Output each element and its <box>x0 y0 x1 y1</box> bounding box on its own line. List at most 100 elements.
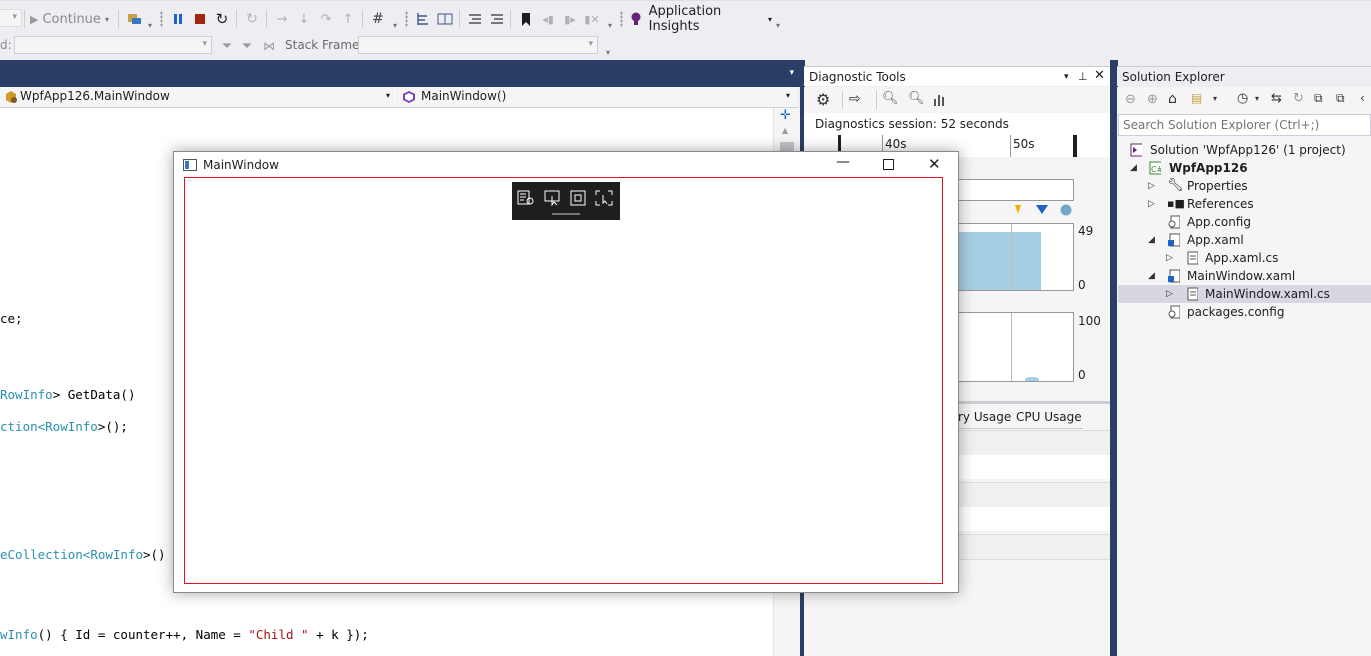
tree-item-mainwindow-xaml[interactable]: ◢ MainWindow.xaml <box>1118 267 1371 285</box>
thread-combo[interactable]: ▾ <box>14 36 212 54</box>
window-titlebar[interactable]: MainWindow — ✕ <box>174 152 958 176</box>
solution-explorer-titlebar[interactable]: Solution Explorer <box>1117 66 1371 86</box>
pin-icon[interactable]: ⊥ <box>1078 67 1088 87</box>
tree-item-mainwindow-xaml-cs[interactable]: ▷ MainWindow.xaml.cs <box>1118 285 1371 303</box>
overflow-chevron-icon[interactable]: ‹ <box>1360 91 1365 105</box>
collapsed-triangle-icon[interactable]: ▷ <box>1148 177 1155 195</box>
threads-button[interactable] <box>413 9 433 29</box>
stack-frame-combo[interactable]: ▾ <box>358 36 598 54</box>
toolbar-grip[interactable] <box>405 11 408 27</box>
tree-item-packages-config[interactable]: packages.config <box>1118 303 1371 321</box>
bookmark-button[interactable] <box>516 9 536 29</box>
chevron-down-icon[interactable]: ▾ <box>1255 94 1259 103</box>
main-window[interactable]: MainWindow — ✕ <box>173 151 959 593</box>
select-element-button[interactable] <box>542 188 564 208</box>
show-all-files-icon[interactable]: ⧉ <box>1336 91 1345 106</box>
step-into-button[interactable]: ↓ <box>294 9 314 29</box>
restart-button[interactable]: ↻ <box>212 9 232 29</box>
chart-view-icon[interactable] <box>932 93 948 107</box>
overflow-chevron[interactable]: ▾ <box>604 42 612 62</box>
collapsed-triangle-icon[interactable]: ▷ <box>1166 285 1173 303</box>
pause-button[interactable] <box>168 9 188 29</box>
overflow-chevron[interactable]: ▾ <box>391 15 399 35</box>
attach-button[interactable] <box>123 9 145 29</box>
toolbar-grip[interactable] <box>160 11 163 27</box>
expanded-triangle-icon[interactable]: ◢ <box>1130 159 1137 177</box>
indent-button[interactable] <box>465 9 485 29</box>
zoom-in-icon[interactable]: 🔍︎ <box>882 91 899 106</box>
minimize-button[interactable]: — <box>836 154 850 170</box>
overflow-chevron[interactable]: ▾ <box>774 15 782 35</box>
navigation-bar-class[interactable]: WpfApp126.MainWindow ▾ <box>0 87 397 108</box>
search-box[interactable] <box>1118 114 1371 136</box>
sync-icon[interactable]: ⇆ <box>1271 91 1282 106</box>
memory-chart[interactable] <box>958 223 1074 291</box>
window-position-dropdown[interactable]: ▾ <box>1064 67 1069 87</box>
tab-memory-usage[interactable]: ry Usage <box>958 410 1011 424</box>
left-combo[interactable]: ▾ <box>0 9 22 27</box>
hex-display-button[interactable]: # <box>368 9 388 29</box>
tab-cpu-usage[interactable]: CPU Usage <box>1016 410 1082 424</box>
tree-item-references[interactable]: ▷ ▪■ References <box>1118 195 1371 213</box>
filter-clear-button[interactable]: ⏷ <box>238 36 256 56</box>
tree-item-solution[interactable]: Solution 'WpfApp126' (1 project) <box>1118 141 1371 159</box>
settings-gear-icon[interactable]: ⚙ <box>816 90 830 109</box>
go-to-live-visual-tree-button[interactable] <box>515 188 537 208</box>
solution-explorer-title: Solution Explorer <box>1122 70 1225 84</box>
tree-item-app-xaml-cs[interactable]: ▷ App.xaml.cs <box>1118 249 1371 267</box>
expanded-triangle-icon[interactable]: ◢ <box>1148 267 1155 285</box>
next-bookmark-button[interactable]: ▮▸ <box>560 9 580 29</box>
filter-button[interactable]: ⏷ <box>218 36 236 56</box>
track-focus-button[interactable] <box>593 188 615 208</box>
stop-button[interactable] <box>190 9 210 29</box>
close-icon[interactable]: ✕ <box>1094 66 1105 86</box>
diagnostic-tools-titlebar[interactable]: Diagnostic Tools ▾ ⊥ ✕ <box>804 66 1110 86</box>
collapse-all-icon[interactable]: ⧉ <box>1314 91 1323 106</box>
toolbar-collapse-handle[interactable] <box>552 213 580 215</box>
forward-icon[interactable]: ⊕ <box>1147 92 1158 107</box>
search-input[interactable] <box>1119 115 1365 135</box>
maximize-button[interactable] <box>883 159 894 170</box>
continue-button[interactable]: ▶ Continue ▾ <box>30 9 114 29</box>
refresh-icon[interactable]: ↻ <box>1293 91 1304 106</box>
switch-views-icon[interactable]: ▤ <box>1191 91 1202 105</box>
clear-bookmarks-button[interactable]: ▮✕ <box>582 9 602 29</box>
tree-item-project[interactable]: ◢ C# WpfApp126 <box>1118 159 1371 177</box>
step-over-button[interactable]: ↷ <box>316 9 336 29</box>
expanded-triangle-icon[interactable]: ◢ <box>1148 231 1155 249</box>
scroll-up-arrow[interactable]: ▲ <box>782 126 788 135</box>
tree-item-app-xaml[interactable]: ◢ App.xaml <box>1118 231 1371 249</box>
event-markers[interactable] <box>1010 203 1080 219</box>
tree-item-app-config[interactable]: App.config <box>1118 213 1371 231</box>
prev-bookmark-button[interactable]: ◂▮ <box>538 9 558 29</box>
stack-frames-button[interactable] <box>435 9 455 29</box>
window-content-area[interactable] <box>184 177 943 584</box>
home-icon[interactable]: ⌂ <box>1168 91 1177 107</box>
toolbar-grip[interactable] <box>620 11 623 27</box>
collapsed-triangle-icon[interactable]: ▷ <box>1148 195 1155 213</box>
tab-list-dropdown[interactable]: ▾ <box>789 68 794 78</box>
close-button[interactable]: ✕ <box>928 155 941 173</box>
step-out-button[interactable]: ↑ <box>338 9 358 29</box>
chevron-down-icon[interactable]: ▾ <box>1213 94 1217 103</box>
application-insights-button[interactable]: Application Insights ▾ <box>630 4 772 34</box>
zoom-out-icon[interactable]: 🔍︎ <box>908 91 925 106</box>
show-next-statement-button[interactable]: → <box>272 9 292 29</box>
overflow-chevron[interactable]: ▾ <box>606 15 614 35</box>
collapsed-triangle-icon[interactable]: ▷ <box>1166 249 1173 267</box>
navigation-bar-member[interactable]: MainWindow() ▾ <box>398 87 798 108</box>
step-into-icon: ↓ <box>298 11 310 27</box>
export-icon[interactable]: ⇨ <box>849 91 861 107</box>
back-icon[interactable]: ⊖ <box>1125 92 1136 107</box>
hot-reload-button[interactable]: ↻ <box>242 9 262 29</box>
split-handle-icon[interactable]: ✛ <box>780 108 791 123</box>
memory-usage-fill <box>959 232 1041 290</box>
history-icon[interactable]: ◷ <box>1237 91 1248 106</box>
cpu-chart[interactable] <box>958 312 1074 382</box>
arrow-right-icon: → <box>276 11 288 27</box>
comment-button[interactable] <box>487 9 507 29</box>
display-adorners-button[interactable] <box>567 188 589 208</box>
flag-threads-button[interactable]: ⋈ <box>260 36 278 56</box>
overflow-chevron[interactable]: ▾ <box>146 15 154 35</box>
tree-item-properties[interactable]: ▷ 🔧︎ Properties <box>1118 177 1371 195</box>
